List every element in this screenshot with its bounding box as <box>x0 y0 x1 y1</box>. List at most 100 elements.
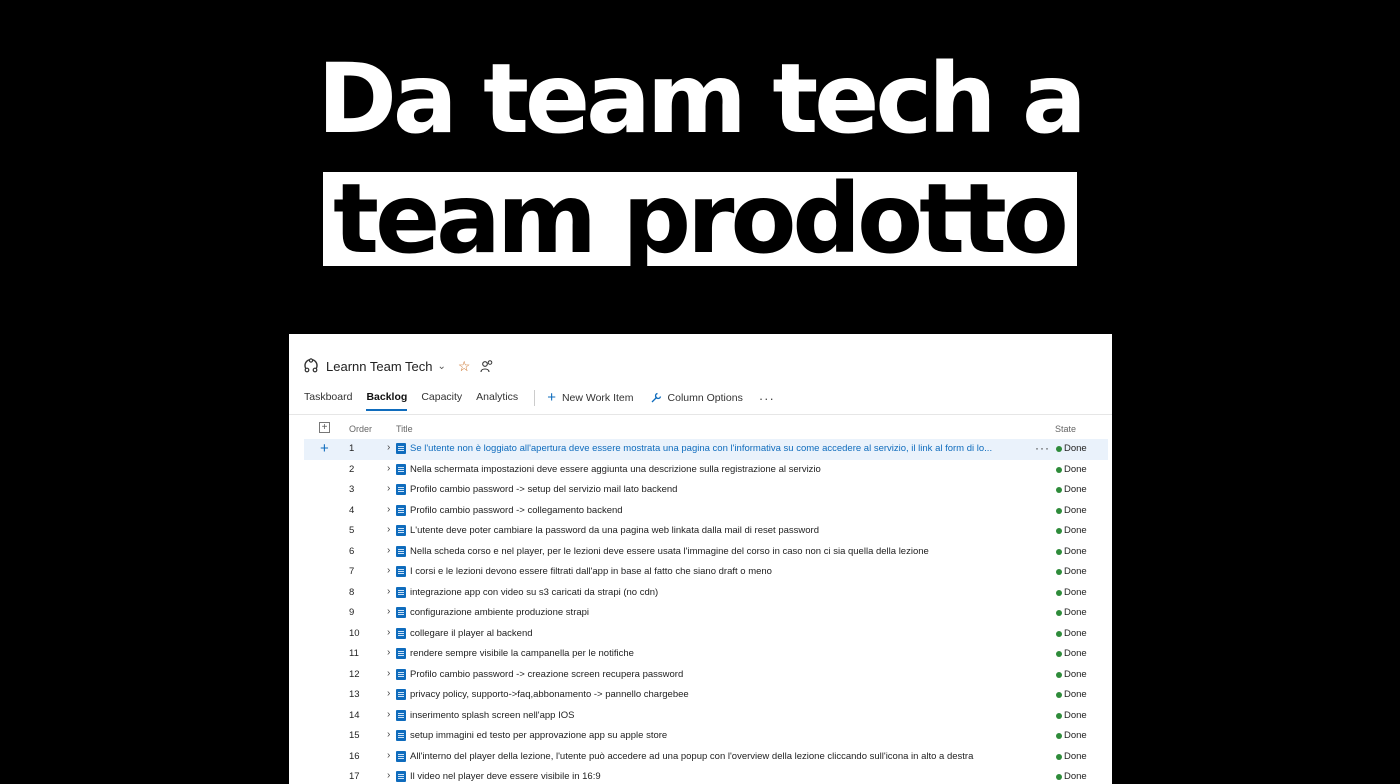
row-state: Done <box>1064 668 1087 680</box>
expand-chevron-icon[interactable]: › <box>387 688 390 699</box>
backlog-row[interactable]: 9 › configurazione ambiente produzione str… <box>289 603 1112 624</box>
project-header: Learnn Team Tech ⌄ ☆ <box>303 356 494 376</box>
backlog-item-icon <box>396 443 406 454</box>
row-state: Done <box>1064 525 1087 536</box>
expand-chevron-icon[interactable]: › <box>387 565 390 576</box>
chevron-down-icon[interactable]: ⌄ <box>437 361 445 372</box>
tab-capacity[interactable]: Capacity <box>421 391 462 405</box>
column-header-state[interactable]: State <box>1055 424 1076 434</box>
tab-taskboard[interactable]: Taskboard <box>304 391 352 405</box>
expand-chevron-icon[interactable]: › <box>387 750 390 761</box>
row-state: Done <box>1064 750 1087 762</box>
backlog-row[interactable]: +1 › Se l'utente non è loggiato all'apertu… <box>304 439 1108 460</box>
expand-chevron-icon[interactable]: › <box>387 483 390 494</box>
expand-chevron-icon[interactable]: › <box>387 545 390 556</box>
expand-chevron-icon[interactable]: › <box>387 729 390 740</box>
expand-chevron-icon[interactable]: › <box>387 606 390 617</box>
tab-analytics[interactable]: Analytics <box>476 391 518 405</box>
more-actions-icon[interactable]: ··· <box>759 391 775 406</box>
expand-chevron-icon[interactable]: › <box>387 442 390 453</box>
backlog-item-icon <box>396 689 406 700</box>
backlog-row[interactable]: 6 › Nella scheda corso e nel player, per l… <box>289 542 1112 563</box>
state-done-dot-icon <box>1056 712 1062 719</box>
row-title[interactable]: All'interno del player della lezione, l'… <box>410 751 1030 762</box>
column-header-title[interactable]: Title <box>396 424 413 434</box>
row-order: 8 <box>349 586 355 598</box>
backlog-row[interactable]: 13 › privacy policy, supporto->faq,abbonam… <box>289 685 1112 706</box>
state-done-dot-icon <box>1056 753 1062 760</box>
project-name[interactable]: Learnn Team Tech <box>326 359 432 374</box>
row-state: Done <box>1064 627 1087 639</box>
backlog-row[interactable]: 14 › inserimento splash screen nell'app IO… <box>289 706 1112 727</box>
add-child-icon[interactable]: + <box>320 441 329 456</box>
backlog-row[interactable]: 7 › I corsi e le lezioni devono essere fil… <box>289 562 1112 583</box>
row-title[interactable]: rendere sempre visibile la campanella pe… <box>410 648 1030 659</box>
backlog-screenshot-panel: Learnn Team Tech ⌄ ☆ Taskboard Backlog C… <box>289 334 1112 784</box>
backlog-row[interactable]: 3 › Profilo cambio password -> setup del s… <box>289 480 1112 501</box>
row-more-icon[interactable]: ··· <box>1035 441 1050 455</box>
column-options-label: Column Options <box>667 392 743 404</box>
expand-all-icon[interactable]: + <box>319 422 330 433</box>
expand-chevron-icon[interactable]: › <box>387 770 390 781</box>
row-title[interactable]: Se l'utente non è loggiato all'apertura … <box>410 443 1026 454</box>
row-order: 13 <box>349 689 360 700</box>
row-title[interactable]: I corsi e le lezioni devono essere filtr… <box>410 566 1030 577</box>
expand-chevron-icon[interactable]: › <box>387 463 390 474</box>
backlog-item-icon <box>396 504 406 516</box>
backlog-item-icon <box>396 545 406 557</box>
backlog-row[interactable]: 11 › rendere sempre visibile la campanella… <box>289 644 1112 665</box>
row-title[interactable]: collegare il player al backend <box>410 628 1030 639</box>
row-order: 7 <box>349 566 355 577</box>
row-title[interactable]: privacy policy, supporto->faq,abbonament… <box>410 689 1030 700</box>
state-done-dot-icon <box>1056 446 1062 452</box>
row-order: 17 <box>349 771 360 782</box>
row-title[interactable]: Profilo cambio password -> creazione scr… <box>410 669 1030 680</box>
board-tabs: Taskboard Backlog Capacity Analytics + N… <box>304 387 775 411</box>
expand-chevron-icon[interactable]: › <box>387 524 390 535</box>
backlog-item-icon <box>396 709 406 721</box>
expand-chevron-icon[interactable]: › <box>387 627 390 638</box>
header-divider <box>289 414 1112 415</box>
backlog-row[interactable]: 17 › Il video nel player deve essere visib… <box>289 767 1112 784</box>
row-title[interactable]: configurazione ambiente produzione strap… <box>410 607 1030 618</box>
row-title[interactable]: Il video nel player deve essere visibile… <box>410 771 1030 782</box>
backlog-item-icon <box>396 525 406 536</box>
row-title[interactable]: Nella scheda corso e nel player, per le … <box>410 546 1030 557</box>
backlog-row[interactable]: 5 › L'utente deve poter cambiare la passwo… <box>289 521 1112 542</box>
expand-chevron-icon[interactable]: › <box>387 647 390 658</box>
expand-chevron-icon[interactable]: › <box>387 586 390 597</box>
backlog-row[interactable]: 15 › setup immagini ed testo per approvazi… <box>289 726 1112 747</box>
plus-icon: + <box>547 389 556 406</box>
column-header-order[interactable]: Order <box>349 424 372 434</box>
row-title[interactable]: Nella schermata impostazioni deve essere… <box>410 464 1030 475</box>
state-done-dot-icon <box>1056 589 1062 596</box>
backlog-row[interactable]: 2 › Nella schermata impostazioni deve esse… <box>289 460 1112 481</box>
row-title[interactable]: integrazione app con video su s3 caricat… <box>410 587 1030 598</box>
backlog-row[interactable]: 10 › collegare il player al backend Done <box>289 624 1112 645</box>
row-title[interactable]: setup immagini ed testo per approvazione… <box>410 730 1030 741</box>
row-title[interactable]: Profilo cambio password -> setup del ser… <box>410 484 1030 495</box>
headline-line-2-highlighted: team prodotto <box>323 171 1077 267</box>
backlog-row[interactable]: 16 › All'interno del player della lezione,… <box>289 747 1112 768</box>
expand-chevron-icon[interactable]: › <box>387 709 390 720</box>
row-order: 3 <box>349 484 355 495</box>
new-work-item-button[interactable]: + New Work Item <box>547 389 633 406</box>
expand-chevron-icon[interactable]: › <box>387 668 390 679</box>
tab-backlog[interactable]: Backlog <box>366 391 407 411</box>
team-members-icon[interactable] <box>480 359 494 373</box>
star-icon[interactable]: ☆ <box>458 358 471 375</box>
backlog-item-icon <box>396 750 406 762</box>
row-state: Done <box>1064 504 1087 516</box>
column-options-button[interactable]: Column Options <box>650 392 743 404</box>
backlog-row[interactable]: 4 › Profilo cambio password -> collegament… <box>289 501 1112 522</box>
row-state: Done <box>1064 689 1087 700</box>
backlog-item-icon <box>396 607 406 618</box>
state-done-dot-icon <box>1056 548 1062 555</box>
expand-chevron-icon[interactable]: › <box>387 504 390 515</box>
row-title[interactable]: L'utente deve poter cambiare la password… <box>410 525 1030 536</box>
row-title[interactable]: inserimento splash screen nell'app IOS <box>410 710 1030 721</box>
backlog-row[interactable]: 8 › integrazione app con video su s3 caric… <box>289 583 1112 604</box>
backlog-row[interactable]: 12 › Profilo cambio password -> creazione … <box>289 665 1112 686</box>
state-done-dot-icon <box>1056 671 1062 678</box>
row-title[interactable]: Profilo cambio password -> collegamento … <box>410 505 1030 516</box>
